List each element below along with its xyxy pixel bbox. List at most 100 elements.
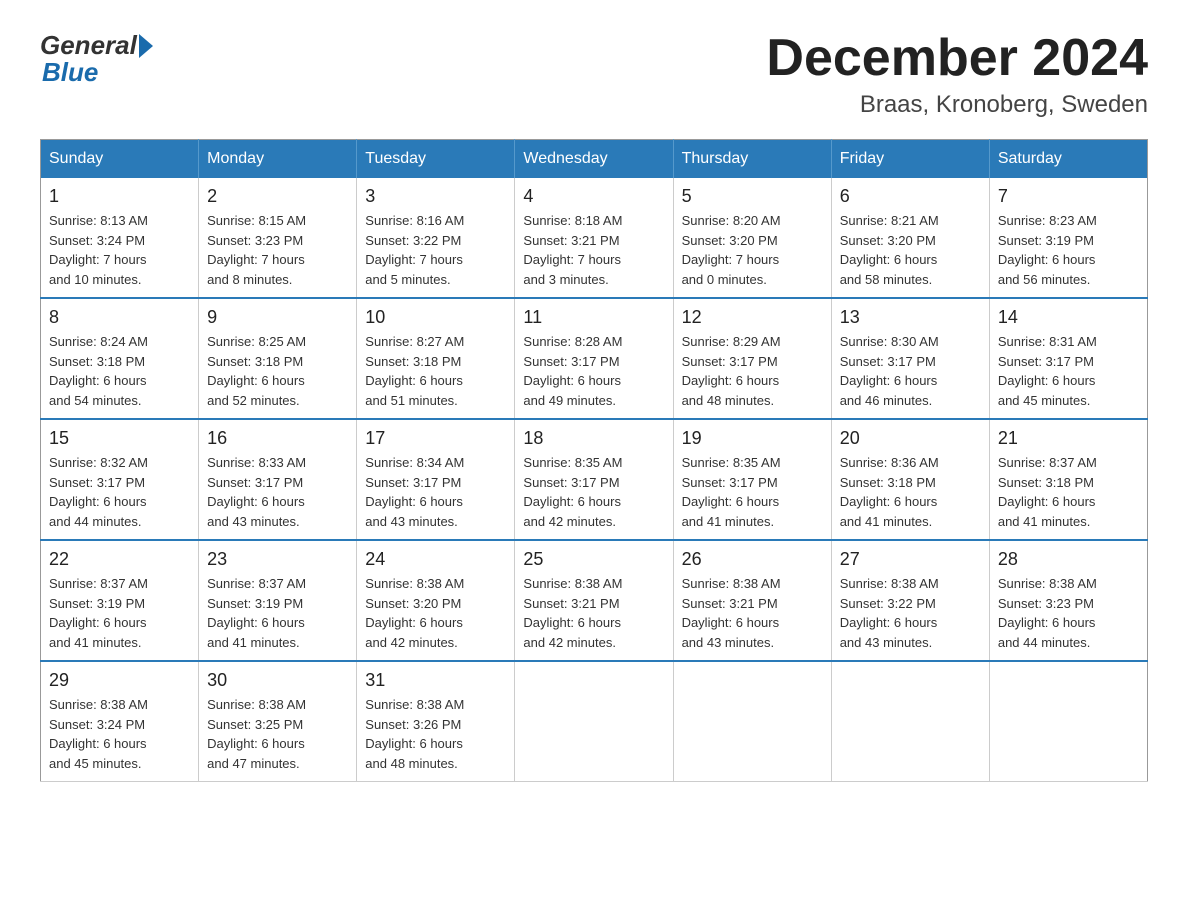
day-number: 3 [365,186,506,207]
day-number: 19 [682,428,823,449]
day-number: 31 [365,670,506,691]
day-info: Sunrise: 8:35 AMSunset: 3:17 PMDaylight:… [682,453,823,531]
day-number: 25 [523,549,664,570]
table-row: 11 Sunrise: 8:28 AMSunset: 3:17 PMDaylig… [515,298,673,419]
day-info: Sunrise: 8:37 AMSunset: 3:18 PMDaylight:… [998,453,1139,531]
table-row [515,661,673,782]
table-row: 13 Sunrise: 8:30 AMSunset: 3:17 PMDaylig… [831,298,989,419]
day-info: Sunrise: 8:35 AMSunset: 3:17 PMDaylight:… [523,453,664,531]
day-number: 29 [49,670,190,691]
day-number: 30 [207,670,348,691]
day-number: 9 [207,307,348,328]
header-wednesday: Wednesday [515,140,673,179]
day-number: 20 [840,428,981,449]
title-block: December 2024 Braas, Kronoberg, Sweden [766,30,1148,119]
day-number: 26 [682,549,823,570]
day-info: Sunrise: 8:38 AMSunset: 3:20 PMDaylight:… [365,574,506,652]
logo-blue-text: Blue [42,57,98,88]
table-row: 8 Sunrise: 8:24 AMSunset: 3:18 PMDayligh… [41,298,199,419]
day-number: 21 [998,428,1139,449]
table-row: 19 Sunrise: 8:35 AMSunset: 3:17 PMDaylig… [673,419,831,540]
day-number: 23 [207,549,348,570]
table-row: 27 Sunrise: 8:38 AMSunset: 3:22 PMDaylig… [831,540,989,661]
table-row: 26 Sunrise: 8:38 AMSunset: 3:21 PMDaylig… [673,540,831,661]
table-row: 7 Sunrise: 8:23 AMSunset: 3:19 PMDayligh… [989,178,1147,298]
day-info: Sunrise: 8:38 AMSunset: 3:24 PMDaylight:… [49,695,190,773]
table-row: 31 Sunrise: 8:38 AMSunset: 3:26 PMDaylig… [357,661,515,782]
day-number: 12 [682,307,823,328]
day-info: Sunrise: 8:25 AMSunset: 3:18 PMDaylight:… [207,332,348,410]
day-info: Sunrise: 8:38 AMSunset: 3:25 PMDaylight:… [207,695,348,773]
day-info: Sunrise: 8:23 AMSunset: 3:19 PMDaylight:… [998,211,1139,289]
page-title: December 2024 [766,30,1148,87]
page-header: General Blue December 2024 Braas, Kronob… [40,30,1148,119]
table-row: 24 Sunrise: 8:38 AMSunset: 3:20 PMDaylig… [357,540,515,661]
day-info: Sunrise: 8:13 AMSunset: 3:24 PMDaylight:… [49,211,190,289]
logo-arrow-icon [139,34,153,58]
table-row: 22 Sunrise: 8:37 AMSunset: 3:19 PMDaylig… [41,540,199,661]
table-row: 10 Sunrise: 8:27 AMSunset: 3:18 PMDaylig… [357,298,515,419]
table-row: 15 Sunrise: 8:32 AMSunset: 3:17 PMDaylig… [41,419,199,540]
day-info: Sunrise: 8:38 AMSunset: 3:22 PMDaylight:… [840,574,981,652]
calendar-week-row: 8 Sunrise: 8:24 AMSunset: 3:18 PMDayligh… [41,298,1148,419]
day-number: 27 [840,549,981,570]
day-number: 28 [998,549,1139,570]
day-number: 16 [207,428,348,449]
table-row: 17 Sunrise: 8:34 AMSunset: 3:17 PMDaylig… [357,419,515,540]
table-row: 4 Sunrise: 8:18 AMSunset: 3:21 PMDayligh… [515,178,673,298]
day-number: 5 [682,186,823,207]
calendar-week-row: 1 Sunrise: 8:13 AMSunset: 3:24 PMDayligh… [41,178,1148,298]
logo: General Blue [40,30,153,88]
calendar-week-row: 22 Sunrise: 8:37 AMSunset: 3:19 PMDaylig… [41,540,1148,661]
day-number: 15 [49,428,190,449]
calendar-week-row: 29 Sunrise: 8:38 AMSunset: 3:24 PMDaylig… [41,661,1148,782]
day-info: Sunrise: 8:15 AMSunset: 3:23 PMDaylight:… [207,211,348,289]
day-info: Sunrise: 8:38 AMSunset: 3:23 PMDaylight:… [998,574,1139,652]
day-number: 22 [49,549,190,570]
header-sunday: Sunday [41,140,199,179]
day-info: Sunrise: 8:18 AMSunset: 3:21 PMDaylight:… [523,211,664,289]
day-number: 13 [840,307,981,328]
day-info: Sunrise: 8:38 AMSunset: 3:26 PMDaylight:… [365,695,506,773]
day-info: Sunrise: 8:34 AMSunset: 3:17 PMDaylight:… [365,453,506,531]
calendar-header-row: Sunday Monday Tuesday Wednesday Thursday… [41,140,1148,179]
day-number: 2 [207,186,348,207]
day-info: Sunrise: 8:37 AMSunset: 3:19 PMDaylight:… [49,574,190,652]
day-number: 7 [998,186,1139,207]
table-row: 29 Sunrise: 8:38 AMSunset: 3:24 PMDaylig… [41,661,199,782]
day-info: Sunrise: 8:20 AMSunset: 3:20 PMDaylight:… [682,211,823,289]
header-saturday: Saturday [989,140,1147,179]
table-row: 6 Sunrise: 8:21 AMSunset: 3:20 PMDayligh… [831,178,989,298]
table-row: 23 Sunrise: 8:37 AMSunset: 3:19 PMDaylig… [199,540,357,661]
day-number: 6 [840,186,981,207]
day-info: Sunrise: 8:21 AMSunset: 3:20 PMDaylight:… [840,211,981,289]
table-row [831,661,989,782]
day-number: 24 [365,549,506,570]
day-info: Sunrise: 8:29 AMSunset: 3:17 PMDaylight:… [682,332,823,410]
day-number: 14 [998,307,1139,328]
table-row: 25 Sunrise: 8:38 AMSunset: 3:21 PMDaylig… [515,540,673,661]
day-info: Sunrise: 8:24 AMSunset: 3:18 PMDaylight:… [49,332,190,410]
table-row: 30 Sunrise: 8:38 AMSunset: 3:25 PMDaylig… [199,661,357,782]
table-row: 12 Sunrise: 8:29 AMSunset: 3:17 PMDaylig… [673,298,831,419]
calendar-week-row: 15 Sunrise: 8:32 AMSunset: 3:17 PMDaylig… [41,419,1148,540]
day-info: Sunrise: 8:16 AMSunset: 3:22 PMDaylight:… [365,211,506,289]
calendar-table: Sunday Monday Tuesday Wednesday Thursday… [40,139,1148,782]
day-number: 4 [523,186,664,207]
header-monday: Monday [199,140,357,179]
day-number: 10 [365,307,506,328]
table-row: 14 Sunrise: 8:31 AMSunset: 3:17 PMDaylig… [989,298,1147,419]
header-thursday: Thursday [673,140,831,179]
table-row [989,661,1147,782]
day-number: 18 [523,428,664,449]
day-info: Sunrise: 8:38 AMSunset: 3:21 PMDaylight:… [682,574,823,652]
table-row: 2 Sunrise: 8:15 AMSunset: 3:23 PMDayligh… [199,178,357,298]
table-row: 16 Sunrise: 8:33 AMSunset: 3:17 PMDaylig… [199,419,357,540]
day-number: 8 [49,307,190,328]
day-info: Sunrise: 8:32 AMSunset: 3:17 PMDaylight:… [49,453,190,531]
table-row: 5 Sunrise: 8:20 AMSunset: 3:20 PMDayligh… [673,178,831,298]
day-info: Sunrise: 8:36 AMSunset: 3:18 PMDaylight:… [840,453,981,531]
table-row: 9 Sunrise: 8:25 AMSunset: 3:18 PMDayligh… [199,298,357,419]
table-row: 28 Sunrise: 8:38 AMSunset: 3:23 PMDaylig… [989,540,1147,661]
day-info: Sunrise: 8:30 AMSunset: 3:17 PMDaylight:… [840,332,981,410]
